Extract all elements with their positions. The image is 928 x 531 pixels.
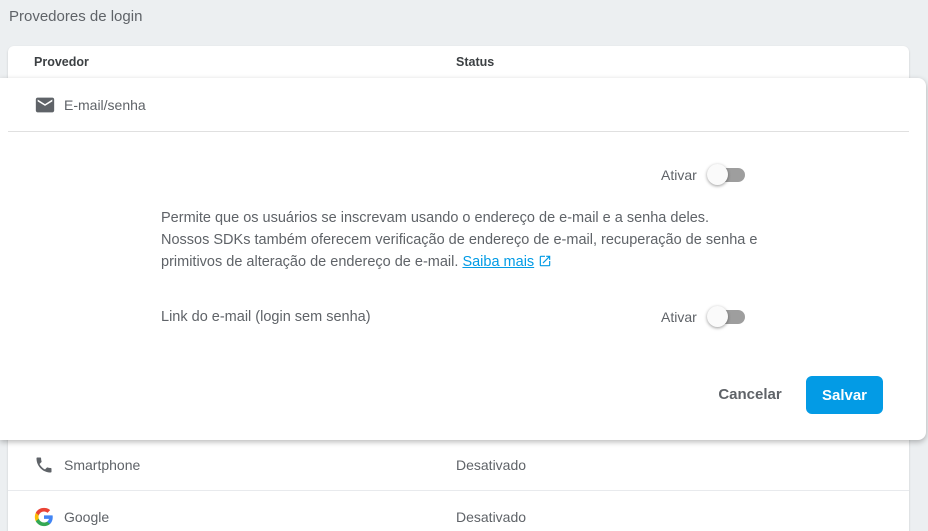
- email-link-enable-label: Ativar: [661, 309, 697, 325]
- save-button[interactable]: Salvar: [806, 376, 883, 414]
- panel-title: E-mail/senha: [64, 97, 146, 113]
- provider-name: Smartphone: [64, 457, 141, 473]
- panel-header[interactable]: E-mail/senha: [0, 78, 926, 132]
- description-text: Permite que os usuários se inscrevam usa…: [161, 210, 758, 270]
- email-password-panel: E-mail/senha Ativar Permite que os usuár…: [0, 78, 926, 440]
- table-row-google[interactable]: Google Desativado: [8, 490, 909, 531]
- email-link-toggle[interactable]: [707, 306, 747, 327]
- phone-icon: [36, 457, 52, 473]
- email-link-label: Link do e-mail (login sem senha): [161, 309, 371, 325]
- column-header-status: Status: [456, 55, 495, 69]
- provider-name: Google: [64, 509, 110, 525]
- toggle-knob: [707, 306, 728, 327]
- google-icon: [34, 507, 53, 527]
- provider-status: Desativado: [456, 509, 527, 525]
- divider: [8, 131, 909, 132]
- enable-label: Ativar: [661, 167, 697, 183]
- external-link-icon: [539, 255, 551, 267]
- column-header-provider: Provedor: [34, 55, 89, 69]
- cancel-button[interactable]: Cancelar: [708, 376, 792, 412]
- enable-toggle[interactable]: [707, 164, 747, 185]
- learn-more-link[interactable]: Saiba mais: [462, 254, 534, 270]
- table-row-smartphone[interactable]: Smartphone Desativado: [8, 438, 909, 489]
- provider-status: Desativado: [456, 457, 527, 473]
- mail-icon: [35, 97, 55, 113]
- description: Permite que os usuários se inscrevam usa…: [161, 207, 761, 273]
- toggle-knob: [707, 164, 728, 185]
- section-title: Provedores de login: [9, 8, 143, 25]
